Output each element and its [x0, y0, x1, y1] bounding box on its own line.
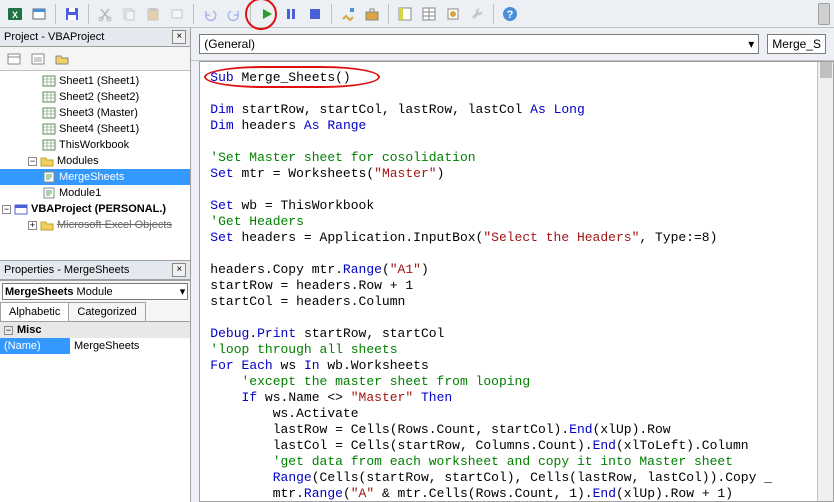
toolbar-overflow-icon[interactable]	[818, 3, 830, 25]
chevron-down-icon: ▾	[180, 285, 186, 298]
run-icon[interactable]	[256, 3, 278, 25]
proj-icon	[14, 202, 28, 216]
properties-panel-header: Properties - MergeSheets ×	[0, 261, 190, 280]
redo-icon[interactable]	[223, 3, 245, 25]
vertical-scrollbar[interactable]	[817, 62, 833, 501]
tree-item[interactable]: Sheet2 (Sheet2)	[0, 89, 190, 105]
chevron-down-icon: ▾	[748, 37, 754, 51]
tree-item[interactable]: +Microsoft Excel Objects	[0, 217, 190, 233]
scroll-up-icon[interactable]	[820, 62, 832, 78]
format-icon[interactable]	[166, 3, 188, 25]
cut-icon[interactable]	[94, 3, 116, 25]
project-tree[interactable]: Sheet1 (Sheet1)Sheet2 (Sheet2)Sheet3 (Ma…	[0, 71, 190, 261]
folder-icon	[40, 218, 54, 232]
save-icon[interactable]	[61, 3, 83, 25]
prop-row-name[interactable]: (Name) MergeSheets	[0, 338, 190, 354]
tab-categorized[interactable]: Categorized	[68, 302, 145, 321]
tab-alphabetic[interactable]: Alphabetic	[0, 302, 69, 321]
properties-icon[interactable]	[418, 3, 440, 25]
tree-item[interactable]: ThisWorkbook	[0, 137, 190, 153]
sheet-icon	[42, 138, 56, 152]
pause-icon[interactable]	[280, 3, 302, 25]
tree-item[interactable]: Sheet4 (Sheet1)	[0, 121, 190, 137]
procedure-dropdown[interactable]: Merge_S	[767, 34, 826, 54]
sheet-icon	[42, 90, 56, 104]
project-explorer-icon[interactable]	[394, 3, 416, 25]
tree-item[interactable]: Sheet3 (Master)	[0, 105, 190, 121]
close-icon[interactable]: ×	[172, 263, 186, 277]
stop-icon[interactable]	[304, 3, 326, 25]
code-editor[interactable]: Sub Merge_Sheets() Dim startRow, startCo…	[199, 61, 834, 502]
object-browser-icon[interactable]	[442, 3, 464, 25]
object-dropdown[interactable]: (General) ▾	[199, 34, 759, 54]
property-grid[interactable]: − Misc (Name) MergeSheets	[0, 322, 190, 502]
view-code-icon[interactable]	[4, 49, 24, 69]
project-panel-title: Project - VBAProject	[4, 31, 104, 43]
paste-icon[interactable]	[142, 3, 164, 25]
excel-icon[interactable]: X	[4, 3, 26, 25]
design-icon[interactable]	[337, 3, 359, 25]
tree-item[interactable]: Sheet1 (Sheet1)	[0, 73, 190, 89]
sheet-icon	[42, 106, 56, 120]
folder-icon[interactable]	[52, 49, 72, 69]
tree-item[interactable]: −VBAProject (PERSONAL.)	[0, 201, 190, 217]
main-toolbar: X ?	[0, 0, 834, 28]
tree-item[interactable]: Module1	[0, 185, 190, 201]
prop-category[interactable]: − Misc	[0, 322, 190, 338]
toolbox-icon[interactable]	[361, 3, 383, 25]
folder-icon	[40, 154, 54, 168]
object-selector[interactable]: MergeSheets Module ▾	[2, 283, 188, 300]
svg-text:X: X	[12, 10, 18, 20]
close-icon[interactable]: ×	[172, 30, 186, 44]
sheet-icon	[42, 74, 56, 88]
project-mini-toolbar	[0, 47, 190, 71]
copy-icon[interactable]	[118, 3, 140, 25]
module-icon	[42, 186, 56, 200]
svg-text:?: ?	[507, 9, 514, 21]
tree-item[interactable]: −Modules	[0, 153, 190, 169]
tree-item[interactable]: MergeSheets	[0, 169, 190, 185]
module-icon	[42, 170, 56, 184]
help-icon[interactable]: ?	[499, 3, 521, 25]
project-panel-header: Project - VBAProject ×	[0, 28, 190, 47]
sheet-icon	[42, 122, 56, 136]
properties-panel-title: Properties - MergeSheets	[4, 264, 129, 276]
wrench-icon[interactable]	[466, 3, 488, 25]
view-icon[interactable]	[28, 3, 50, 25]
undo-icon[interactable]	[199, 3, 221, 25]
view-object-icon[interactable]	[28, 49, 48, 69]
